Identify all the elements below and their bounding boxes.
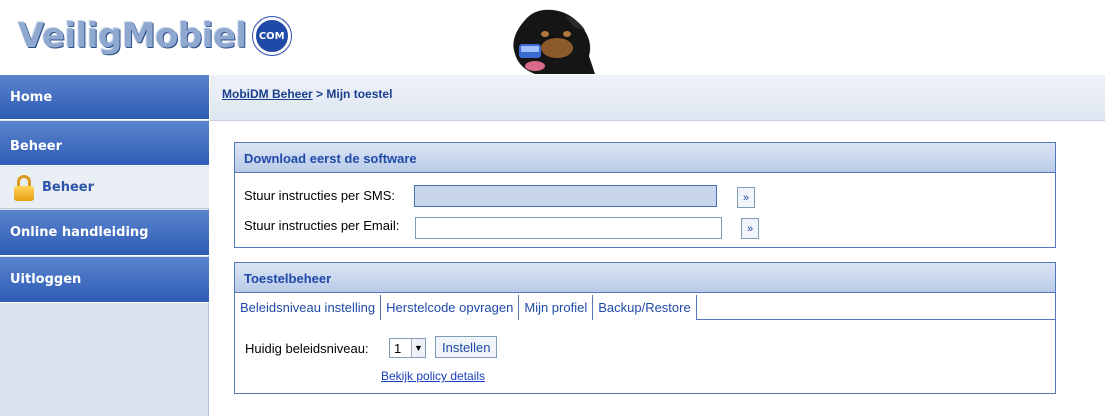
sms-input[interactable] bbox=[414, 185, 717, 207]
tab-backup-restore[interactable]: Backup/Restore bbox=[593, 295, 697, 320]
logo-badge-text: COM bbox=[258, 30, 285, 42]
dog-mascot-image bbox=[513, 9, 595, 74]
sidebar-item-label: Beheer bbox=[42, 180, 95, 195]
sidebar-subitem-beheer[interactable]: Beheer bbox=[0, 167, 209, 209]
sidebar-item-label: Online handleiding bbox=[10, 225, 149, 240]
sidebar-item-uitloggen[interactable]: Uitloggen bbox=[0, 257, 209, 303]
email-input[interactable] bbox=[415, 217, 722, 239]
sidebar-item-beheer-section[interactable]: Beheer bbox=[0, 121, 209, 166]
breadcrumb: MobiDM Beheer > Mijn toestel bbox=[210, 75, 1105, 121]
logo-text: VeiligMobiel bbox=[18, 16, 247, 56]
breadcrumb-current: Mijn toestel bbox=[326, 87, 393, 101]
policy-details-link[interactable]: Bekijk policy details bbox=[381, 369, 485, 383]
sms-label: Stuur instructies per SMS: bbox=[244, 188, 395, 203]
sidebar-item-online-handleiding[interactable]: Online handleiding bbox=[0, 210, 209, 256]
tab-herstelcode-opvragen[interactable]: Herstelcode opvragen bbox=[381, 295, 520, 320]
download-panel: Download eerst de software Stuur instruc… bbox=[234, 142, 1056, 248]
chevron-down-icon: ▼ bbox=[411, 339, 425, 357]
instellen-button[interactable]: Instellen bbox=[435, 336, 498, 358]
device-panel-title: Toestelbeheer bbox=[235, 263, 1055, 293]
sidebar-item-label: Uitloggen bbox=[10, 272, 82, 287]
device-panel: Toestelbeheer Beleidsniveau instelling H… bbox=[234, 262, 1056, 394]
sidebar-item-label: Beheer bbox=[10, 139, 63, 154]
policy-level-label: Huidig beleidsniveau: bbox=[245, 341, 369, 356]
policy-level-value: 1 bbox=[394, 340, 402, 356]
device-tabs: Beleidsniveau instelling Herstelcode opv… bbox=[235, 295, 1055, 320]
tab-beleidsniveau-instelling[interactable]: Beleidsniveau instelling bbox=[235, 295, 382, 320]
send-sms-button[interactable]: » bbox=[737, 187, 755, 208]
logo-badge: COM bbox=[252, 17, 291, 55]
download-panel-title: Download eerst de software bbox=[235, 143, 1055, 173]
breadcrumb-link-mobidm-beheer[interactable]: MobiDM Beheer bbox=[222, 87, 313, 101]
sidebar-item-home[interactable]: Home bbox=[0, 75, 209, 120]
breadcrumb-separator: > bbox=[316, 87, 324, 101]
sidebar-item-label: Home bbox=[10, 89, 53, 105]
lock-icon bbox=[12, 174, 36, 201]
email-label: Stuur instructies per Email: bbox=[244, 218, 400, 233]
policy-level-select[interactable]: 1 ▼ bbox=[389, 338, 426, 358]
tab-mijn-profiel[interactable]: Mijn profiel bbox=[519, 295, 594, 320]
send-email-button[interactable]: » bbox=[741, 218, 759, 239]
logo: VeiligMobiel COM bbox=[18, 14, 291, 58]
